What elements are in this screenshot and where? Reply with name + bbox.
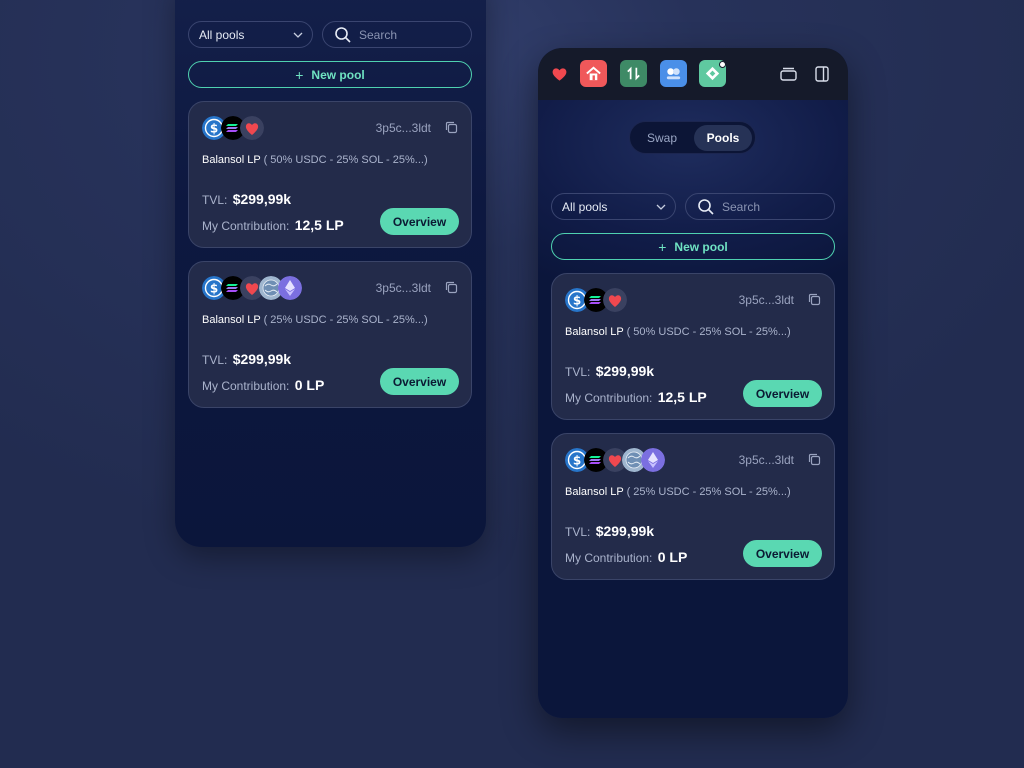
pool-card: 3p5c...3ldt Balansol LP ( 50% USDC - 25%… [551,273,835,420]
left-pools-panel: All pools Search + New pool 3p5c...3ldt … [175,0,486,547]
pool-tvl: TVL: $299,99k [202,191,291,207]
pool-filter-value: All pools [199,27,245,42]
contribution-label: My Contribution: [565,551,653,565]
search-input[interactable]: Search [685,193,835,220]
tvl-value: $299,99k [595,523,655,539]
pool-filter-select[interactable]: All pools [551,193,676,220]
tvl-value: $299,99k [232,191,292,207]
tvl-value: $299,99k [595,363,655,379]
pool-name: Balansol LP ( 25% USDC - 25% SOL - 25%..… [565,486,791,498]
new-pool-label: New pool [674,239,728,254]
heart-token-icon [603,288,627,312]
overview-button[interactable]: Overview [743,540,822,567]
home-app-icon[interactable] [580,60,607,87]
pool-contribution: My Contribution: 0 LP [565,549,687,565]
chevron-down-icon [656,204,666,210]
right-pools-panel: Swap Pools All pools Search + New pool 3… [538,48,848,718]
pool-filter-value: All pools [562,199,608,214]
search-input[interactable]: Search [322,21,472,48]
pool-composition: ( 25% USDC - 25% SOL - 25%...) [626,486,791,498]
search-placeholder: Search [359,27,398,42]
new-pool-button[interactable]: + New pool [188,61,472,88]
heart-token-icon [240,116,264,140]
pool-title: Balansol LP [565,486,624,498]
tvl-label: TVL: [202,193,228,207]
search-icon [698,199,714,215]
overview-button[interactable]: Overview [380,368,459,395]
contribution-label: My Contribution: [202,379,290,393]
contribution-value: 12,5 LP [294,217,344,233]
pool-composition: ( 50% USDC - 25% SOL - 25%...) [626,326,791,338]
eth-token-icon [641,448,665,472]
new-pool-button[interactable]: + New pool [551,233,835,260]
swap-pools-tabs: Swap Pools [629,121,756,154]
stack-windows-icon[interactable] [780,66,797,81]
pool-composition: ( 25% USDC - 25% SOL - 25%...) [263,314,428,326]
pool-title: Balansol LP [202,154,261,166]
transfer-app-icon[interactable] [620,60,647,87]
pool-contribution: My Contribution: 0 LP [202,377,324,393]
overview-button[interactable]: Overview [743,380,822,407]
pool-name: Balansol LP ( 50% USDC - 25% SOL - 25%..… [202,154,428,166]
extension-topbar [538,48,848,100]
pool-address: 3p5c...3ldt [738,453,794,467]
pool-tvl: TVL: $299,99k [202,351,291,367]
heart-logo-icon[interactable] [550,64,569,83]
tvl-label: TVL: [565,365,591,379]
tvl-value: $299,99k [232,351,292,367]
pool-contribution: My Contribution: 12,5 LP [565,389,707,405]
pool-title: Balansol LP [202,314,261,326]
contribution-value: 0 LP [657,549,688,565]
overview-button[interactable]: Overview [380,208,459,235]
plus-icon: + [295,66,304,83]
pool-composition: ( 50% USDC - 25% SOL - 25%...) [263,154,428,166]
new-pool-label: New pool [311,67,365,82]
search-placeholder: Search [722,199,761,214]
pool-address: 3p5c...3ldt [375,121,431,135]
copy-icon[interactable] [808,293,821,306]
pool-card: 3p5c...3ldt Balansol LP ( 25% USDC - 25%… [188,261,472,408]
pool-tvl: TVL: $299,99k [565,363,654,379]
contribution-label: My Contribution: [202,219,290,233]
plus-icon: + [658,238,667,255]
search-icon [335,27,351,43]
contribution-value: 12,5 LP [657,389,707,405]
tab-swap[interactable]: Swap [634,125,690,151]
pool-name: Balansol LP ( 25% USDC - 25% SOL - 25%..… [202,314,428,326]
copy-icon[interactable] [808,453,821,466]
copy-icon[interactable] [445,281,458,294]
tab-pools[interactable]: Pools [694,125,752,151]
eth-token-icon [278,276,302,300]
pool-name: Balansol LP ( 50% USDC - 25% SOL - 25%..… [565,326,791,338]
notification-dot [719,61,726,68]
pool-filter-select[interactable]: All pools [188,21,313,48]
pool-card: 3p5c...3ldt Balansol LP ( 25% USDC - 25%… [551,433,835,580]
pool-card: 3p5c...3ldt Balansol LP ( 50% USDC - 25%… [188,101,472,248]
pool-filters: All pools Search [551,193,835,220]
pool-address: 3p5c...3ldt [738,293,794,307]
pool-address: 3p5c...3ldt [375,281,431,295]
sidebar-panel-icon[interactable] [815,66,829,82]
chevron-down-icon [293,32,303,38]
pool-tvl: TVL: $299,99k [565,523,654,539]
pool-filters: All pools Search [188,21,472,48]
pool-title: Balansol LP [565,326,624,338]
toggle-app-icon[interactable] [660,60,687,87]
tvl-label: TVL: [565,525,591,539]
pool-contribution: My Contribution: 12,5 LP [202,217,344,233]
contribution-value: 0 LP [294,377,325,393]
contribution-label: My Contribution: [565,391,653,405]
copy-icon[interactable] [445,121,458,134]
tvl-label: TVL: [202,353,228,367]
